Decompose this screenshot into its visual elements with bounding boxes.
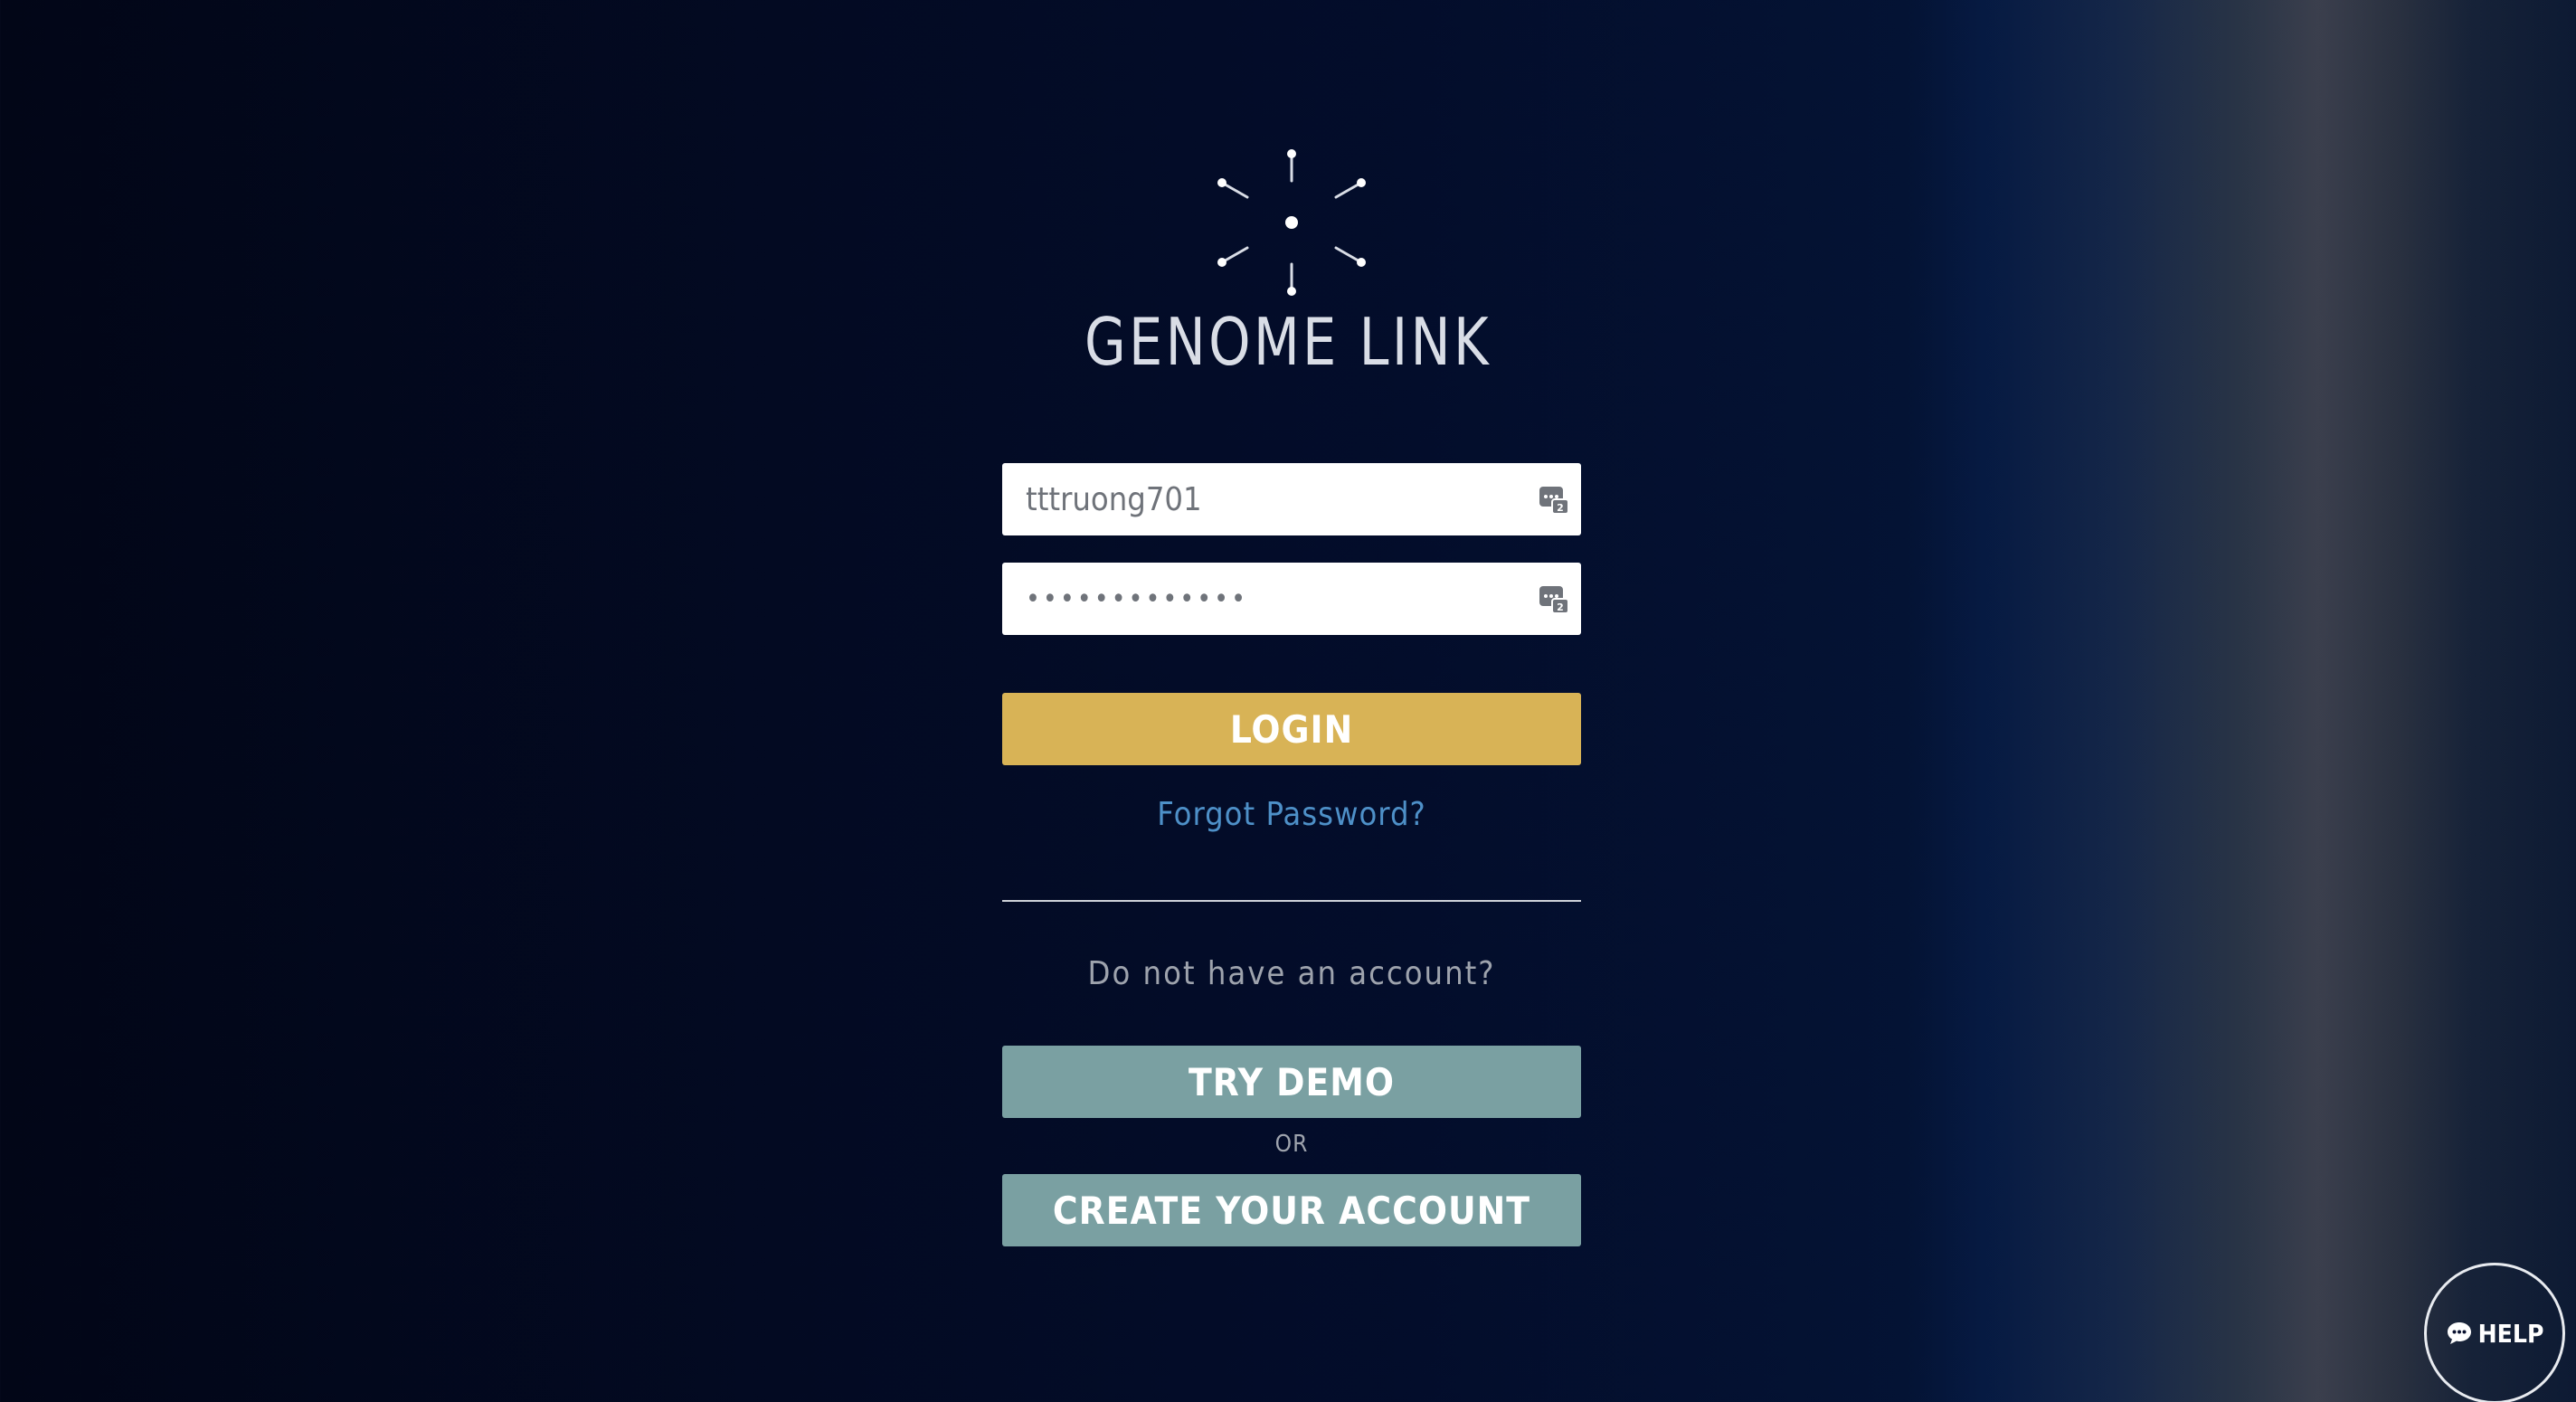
login-button[interactable]: LOGIN	[1002, 693, 1581, 765]
svg-text:2: 2	[1557, 502, 1564, 514]
create-account-button[interactable]: CREATE YOUR ACCOUNT	[1002, 1174, 1581, 1246]
help-label: HELP	[2477, 1318, 2544, 1349]
username-field[interactable]: 2	[1002, 463, 1581, 535]
username-input[interactable]	[1002, 463, 1509, 535]
help-button[interactable]: HELP	[2424, 1263, 2565, 1402]
no-account-prompt: Do not have an account?	[1087, 955, 1496, 992]
chat-bubble-icon	[2447, 1322, 2471, 1344]
password-manager-icon[interactable]: 2	[1538, 483, 1570, 516]
password-field[interactable]: 2	[1002, 563, 1581, 635]
brand-name: GENOME LINK	[1084, 304, 1492, 380]
try-demo-button[interactable]: TRY DEMO	[1002, 1046, 1581, 1118]
genome-link-logo-icon	[1217, 149, 1366, 296]
svg-text:2: 2	[1557, 602, 1564, 613]
divider	[1002, 900, 1581, 902]
or-separator: OR	[1274, 1131, 1309, 1158]
forgot-password-link[interactable]: Forgot Password?	[1002, 796, 1581, 833]
password-manager-icon[interactable]: 2	[1538, 583, 1570, 615]
password-input[interactable]	[1002, 563, 1509, 635]
